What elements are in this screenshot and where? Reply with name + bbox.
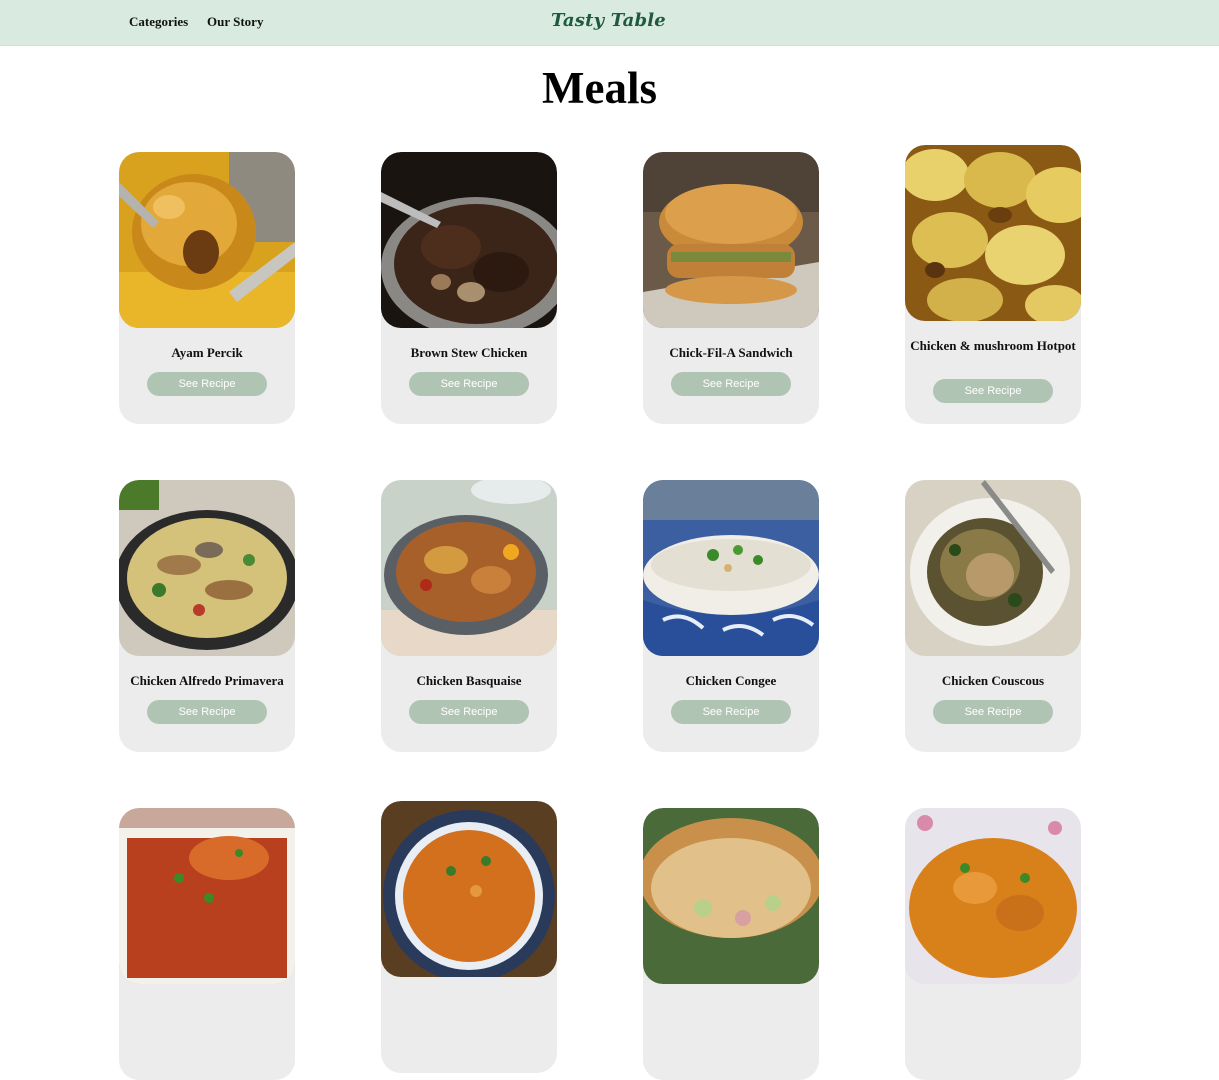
page-title: Meals xyxy=(542,63,657,113)
meal-card: Chicken Couscous See Recipe xyxy=(905,480,1081,752)
see-recipe-button[interactable]: See Recipe xyxy=(671,700,791,724)
meal-photo[interactable] xyxy=(905,808,1081,984)
see-recipe-button[interactable]: See Recipe xyxy=(147,372,267,396)
brand-logo[interactable]: Tasty Table xyxy=(0,10,1219,31)
meal-photo[interactable] xyxy=(381,480,557,656)
meal-card: Ayam Percik See Recipe xyxy=(119,152,295,424)
meal-card xyxy=(643,808,819,1080)
meal-name: Chicken Alfredo Primavera xyxy=(130,673,284,688)
meal-card xyxy=(381,801,557,1073)
meal-name: Ayam Percik xyxy=(171,345,243,360)
see-recipe-button[interactable]: See Recipe xyxy=(409,700,529,724)
meal-card: Chicken Basquaise See Recipe xyxy=(381,480,557,752)
meal-photo[interactable] xyxy=(381,152,557,328)
meal-card xyxy=(119,808,295,1080)
meal-photo[interactable] xyxy=(381,801,557,977)
meal-name: Brown Stew Chicken xyxy=(410,345,528,360)
meal-card: Brown Stew Chicken See Recipe xyxy=(381,152,557,424)
meal-photo[interactable] xyxy=(643,480,819,656)
top-nav-bar: Categories Our Story Tasty Table xyxy=(0,0,1219,46)
meal-card: Chick-Fil-A Sandwich See Recipe xyxy=(643,152,819,424)
meal-photo[interactable] xyxy=(119,808,295,984)
meal-name: Chicken & mushroom Hotpot xyxy=(910,338,1076,353)
meal-photo[interactable] xyxy=(643,152,819,328)
meal-name: Chicken Couscous xyxy=(941,673,1045,688)
meal-card xyxy=(905,808,1081,1080)
see-recipe-button[interactable]: See Recipe xyxy=(933,700,1053,724)
meal-photo[interactable] xyxy=(119,152,295,328)
meal-card: Chicken Alfredo Primavera See Recipe xyxy=(119,480,295,752)
see-recipe-button[interactable]: See Recipe xyxy=(933,379,1053,403)
see-recipe-button[interactable]: See Recipe xyxy=(671,372,791,396)
meal-name: Chicken Congee xyxy=(685,673,777,688)
meal-card: Chicken & mushroom Hotpot See Recipe xyxy=(905,145,1081,424)
see-recipe-button[interactable]: See Recipe xyxy=(147,700,267,724)
meal-card: Chicken Congee See Recipe xyxy=(643,480,819,752)
see-recipe-button[interactable]: See Recipe xyxy=(409,372,529,396)
meal-photo[interactable] xyxy=(905,480,1081,656)
meal-photo[interactable] xyxy=(905,145,1081,321)
meal-name: Chick-Fil-A Sandwich xyxy=(669,345,793,360)
brand-logo-text: Tasty Table xyxy=(551,10,666,31)
meal-photo[interactable] xyxy=(119,480,295,656)
meal-photo[interactable] xyxy=(643,808,819,984)
meal-name: Chicken Basquaise xyxy=(416,673,522,688)
